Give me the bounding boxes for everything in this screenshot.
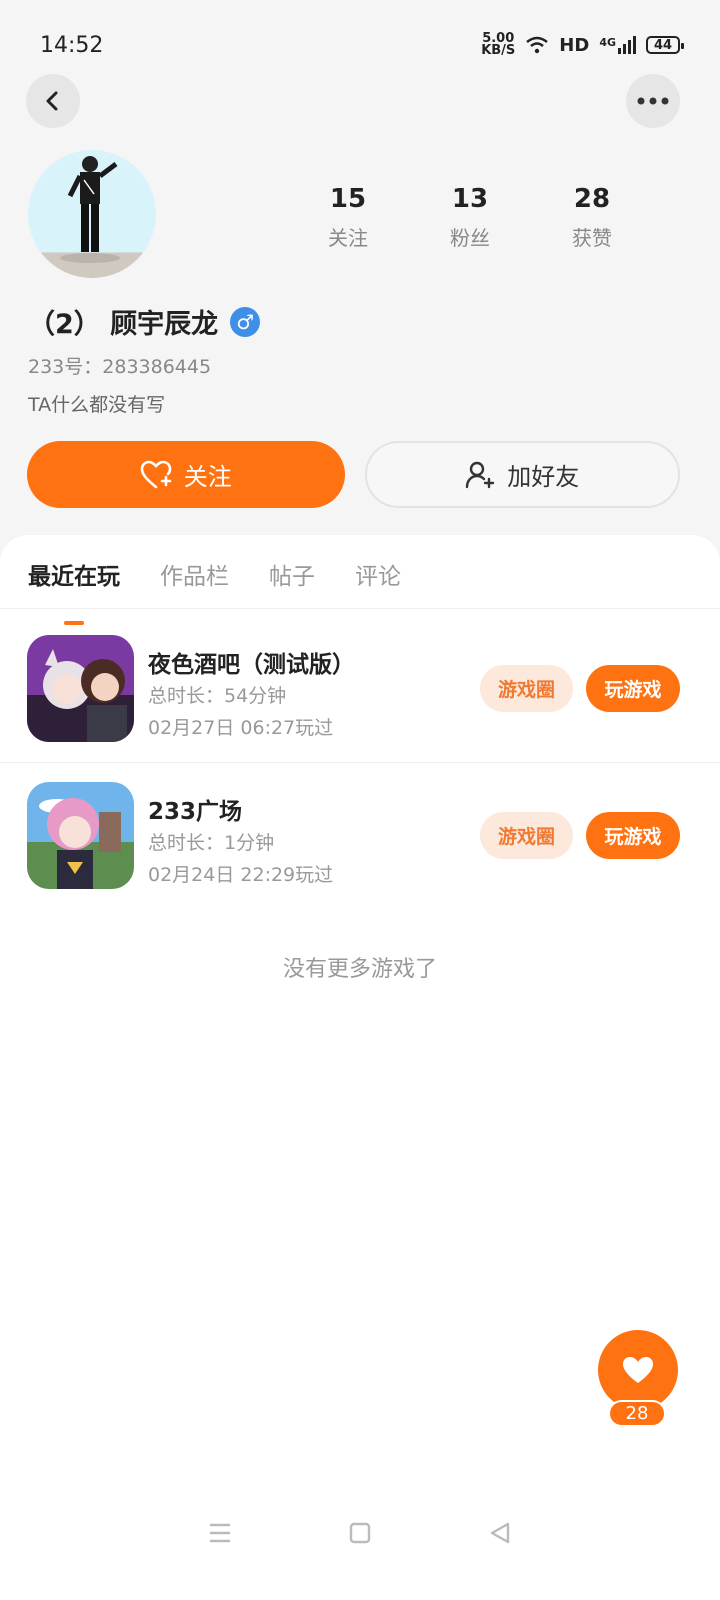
content-panel: 最近在玩 作品栏 帖子 评论 夜色酒吧（测试版） 总时长：54分钟 02月27日… [0, 535, 720, 1600]
tab-posts[interactable]: 帖子 [269, 557, 315, 611]
game-row[interactable]: 夜色酒吧（测试版） 总时长：54分钟 02月27日 06:27玩过 游戏圈 玩游… [0, 621, 720, 767]
tab-bar: 最近在玩 作品栏 帖子 评论 [28, 557, 401, 611]
avatar[interactable] [28, 150, 156, 278]
avatar-figure-icon [60, 156, 120, 263]
play-game-button[interactable]: 玩游戏 [586, 665, 680, 712]
add-friend-button[interactable]: 加好友 [364, 441, 680, 508]
tab-works[interactable]: 作品栏 [160, 557, 229, 611]
more-dots-icon [637, 97, 669, 105]
game-cover-icon [27, 635, 134, 742]
no-more-games-text: 没有更多游戏了 [282, 957, 437, 982]
stat-likes[interactable]: 28 获赞 [544, 184, 640, 251]
status-icons: 5.00 KB/S HD 4G 44 [481, 31, 684, 58]
game-title: 233广场 [148, 799, 243, 825]
follow-button[interactable]: 关注 [27, 441, 345, 508]
game-circle-button[interactable]: 游戏圈 [480, 812, 573, 859]
stat-following[interactable]: 15 关注 [300, 184, 396, 251]
system-nav-bar [0, 1500, 720, 1566]
play-game-button[interactable]: 玩游戏 [586, 812, 680, 859]
game-duration: 总时长：54分钟 [148, 685, 287, 707]
row-divider [0, 762, 720, 763]
game-icon-night-bar[interactable] [27, 635, 134, 742]
stat-fans[interactable]: 13 粉丝 [422, 184, 518, 251]
network-speed: 5.00 KB/S [481, 31, 516, 58]
user-name: （2） 顾宇辰龙 [28, 309, 219, 340]
more-options-button[interactable] [626, 74, 680, 128]
back-triangle-icon[interactable] [488, 1521, 512, 1545]
profile-actions: 关注 加好友 [27, 441, 680, 508]
game-title: 夜色酒吧（测试版） [148, 652, 355, 678]
tab-recent-play[interactable]: 最近在玩 [28, 557, 120, 611]
like-fab-button[interactable] [598, 1330, 678, 1410]
status-time: 14:52 [40, 32, 104, 58]
name-row: （2） 顾宇辰龙 ♂ [28, 302, 261, 341]
hd-label: HD [559, 34, 590, 56]
follow-label: 关注 [183, 463, 232, 491]
profile-stats: 15 关注 13 粉丝 28 获赞 [300, 184, 640, 251]
wifi-icon [526, 36, 549, 54]
game-circle-button[interactable]: 游戏圈 [480, 665, 573, 712]
game-icon-233-plaza[interactable] [27, 782, 134, 889]
heart-plus-icon [140, 460, 172, 488]
home-square-icon[interactable] [349, 1522, 371, 1544]
user-id: 233号：283386445 [28, 356, 212, 378]
add-friend-label: 加好友 [507, 463, 580, 491]
gender-male-icon: ♂ [230, 306, 261, 337]
heart-icon [623, 1357, 653, 1383]
like-count-badge: 28 [608, 1400, 666, 1427]
battery-icon: 44 [646, 36, 684, 54]
game-last-played: 02月27日 06:27玩过 [148, 717, 334, 739]
signal-icon: 4G [599, 36, 636, 54]
game-cover-icon [27, 782, 134, 889]
game-last-played: 02月24日 22:29玩过 [148, 864, 334, 886]
tab-divider [0, 608, 720, 609]
chevron-left-icon [46, 91, 58, 111]
user-bio: TA什么都没有写 [28, 394, 166, 416]
game-duration: 总时长：1分钟 [148, 832, 275, 854]
back-button[interactable] [26, 74, 80, 128]
tab-comments[interactable]: 评论 [355, 557, 401, 611]
status-bar: 14:52 5.00 KB/S HD 4G 44 [0, 0, 720, 90]
game-row[interactable]: 233广场 总时长：1分钟 02月24日 22:29玩过 游戏圈 玩游戏 [0, 768, 720, 914]
add-user-icon [466, 461, 495, 488]
menu-icon[interactable] [208, 1522, 232, 1544]
